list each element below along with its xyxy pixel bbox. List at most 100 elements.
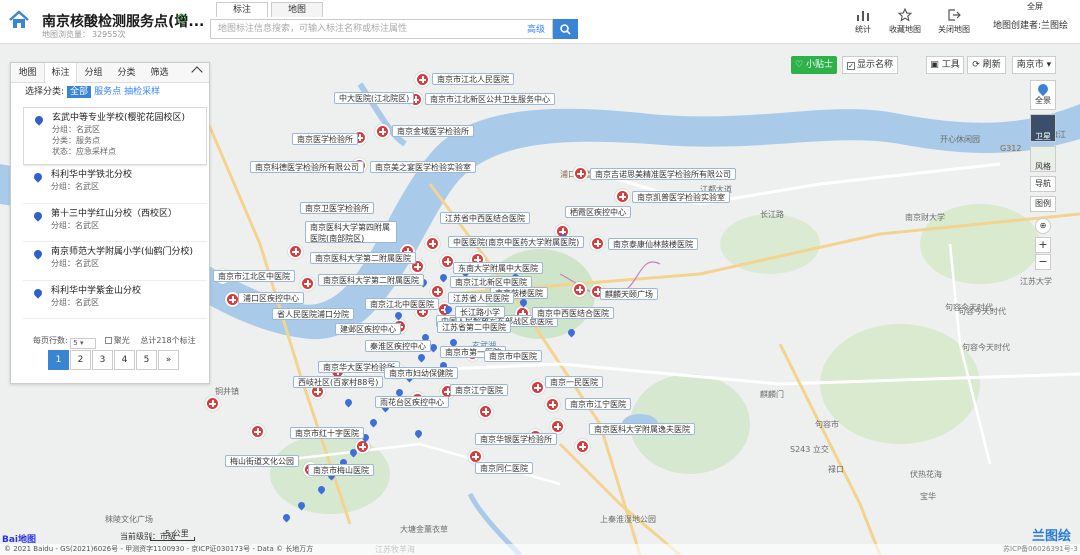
site-pin[interactable] <box>283 514 290 524</box>
site-pin[interactable] <box>418 354 425 364</box>
site-marker[interactable] <box>590 236 605 251</box>
site-pin[interactable] <box>568 329 575 339</box>
filter-option-all[interactable]: 全部 <box>67 86 92 98</box>
site-label[interactable]: 南京科德医学检验所有限公司 <box>250 161 364 173</box>
legend-button[interactable]: 图例 <box>1030 196 1056 212</box>
city-select[interactable]: 南京市 ▾ <box>1012 56 1056 74</box>
site-label[interactable]: 省人民医院浦口分院 <box>272 308 354 320</box>
site-label[interactable]: 南京市梅山医院 <box>308 464 374 476</box>
site-label[interactable]: 南京市江北新区公共卫生服务中心 <box>425 93 555 105</box>
site-label[interactable]: 南京中西医结合医院 <box>532 307 614 319</box>
search-input[interactable]: 地图标注信息搜索，可输入标注名称或标注属性 <box>210 19 553 39</box>
site-pin[interactable] <box>370 419 377 429</box>
site-pin[interactable] <box>298 502 305 512</box>
site-label[interactable]: 江苏省中西医结合医院 <box>440 212 530 224</box>
panel-tab-filter[interactable]: 筛选 <box>143 63 176 83</box>
site-marker[interactable] <box>550 419 565 434</box>
filter-option-service[interactable]: 服务点 <box>94 87 121 97</box>
site-label[interactable]: 东南大学附属中大医院 <box>453 262 543 274</box>
site-label[interactable]: 南京市江北人民医院 <box>432 73 514 85</box>
site-label[interactable]: 南京医科大学附属逸夫医院 <box>589 423 695 435</box>
tab-map[interactable]: 地图 <box>271 2 324 17</box>
site-label[interactable]: 南京同仁医院 <box>475 462 533 474</box>
site-marker[interactable] <box>425 236 440 251</box>
site-marker[interactable] <box>415 72 430 87</box>
site-pin[interactable] <box>318 486 325 496</box>
page-button-5[interactable]: 5 <box>136 350 157 370</box>
site-pin[interactable] <box>350 449 357 459</box>
site-marker[interactable] <box>530 380 545 395</box>
filter-option-sampling[interactable]: 抽检采样 <box>124 87 160 97</box>
site-label[interactable]: 长江路小学 <box>455 306 505 318</box>
site-label[interactable]: 南京卫医学检验所 <box>300 202 374 214</box>
site-pin[interactable] <box>345 399 352 409</box>
collapse-icon[interactable] <box>191 66 203 78</box>
info-icon[interactable]: ! <box>177 14 186 23</box>
site-label[interactable]: 雨花台区疾控中心 <box>375 396 449 408</box>
site-label[interactable]: 浦口区疾控中心 <box>238 292 304 304</box>
site-label[interactable]: 江苏省人民医院 <box>448 292 514 304</box>
style-button[interactable]: 风格 <box>1030 146 1056 172</box>
site-marker[interactable] <box>575 439 590 454</box>
site-label[interactable]: 栖霞区疾控中心 <box>565 206 631 218</box>
fullscreen-button[interactable]: 全屏 <box>1027 1 1043 12</box>
list-item[interactable]: 科利华中学铁北分校 分组：名武区 <box>23 165 207 204</box>
per-page-select[interactable]: 5 ▾ <box>70 338 97 349</box>
site-pin[interactable] <box>395 312 402 322</box>
locate-button[interactable]: ⊕ <box>1035 218 1051 234</box>
site-label[interactable]: 中大医院(江北院区) <box>334 92 415 104</box>
site-label[interactable]: 南京一民医院 <box>545 376 603 388</box>
list-item[interactable]: 玄武中等专业学校(樱驼花园校区) 分组：名武区 分类：服务点 状态：应急采样点 <box>23 107 207 165</box>
page-button-2[interactable]: 2 <box>70 350 91 370</box>
site-label[interactable]: 南京江宁医院 <box>450 384 508 396</box>
tips-button[interactable]: ♡ 小贴士 <box>791 56 837 74</box>
site-label[interactable]: 南京医科大学第二附属医院 <box>310 252 416 264</box>
site-label[interactable]: 南京金域医学检验所 <box>392 125 474 137</box>
site-pin[interactable] <box>520 299 527 309</box>
site-marker[interactable] <box>430 284 445 299</box>
zoom-out-button[interactable]: − <box>1035 254 1051 270</box>
site-label[interactable]: 建邺区疾控中心 <box>335 323 401 335</box>
navigation-button[interactable]: 导航 <box>1030 176 1056 192</box>
zoom-in-button[interactable]: + <box>1035 237 1051 253</box>
site-pin[interactable] <box>440 274 447 284</box>
site-marker[interactable] <box>205 396 220 411</box>
site-label[interactable]: 南京美之宴医学检验实验室 <box>370 161 476 173</box>
favorite-map-button[interactable]: 收藏地图 <box>882 8 928 35</box>
panel-tab-annotation[interactable]: 标注 <box>44 63 77 83</box>
site-marker[interactable] <box>573 166 588 181</box>
refresh-button[interactable]: ⟳ 刷新 <box>967 56 1006 74</box>
site-label[interactable]: 南京江北新区中医院 <box>450 276 532 288</box>
site-label[interactable]: 南京吉诺思美精准医学检验所有限公司 <box>590 168 736 180</box>
site-marker[interactable] <box>478 404 493 419</box>
site-label[interactable]: 中医医院(南京中医药大学附属医院) <box>448 236 585 248</box>
site-marker[interactable] <box>615 189 630 204</box>
page-button-1[interactable]: 1 <box>48 350 69 370</box>
site-label[interactable]: 南京市中医院 <box>484 350 542 362</box>
site-label[interactable]: 南京泰康仙林鼓楼医院 <box>608 238 698 250</box>
site-label[interactable]: 南京江北中医医院 <box>365 298 439 310</box>
panel-tab-category[interactable]: 分类 <box>110 63 143 83</box>
site-label[interactable]: 南京医学检验所 <box>292 133 358 145</box>
site-marker[interactable] <box>572 282 587 297</box>
site-marker[interactable] <box>375 124 390 139</box>
site-label[interactable]: 麒麟天颐广场 <box>600 288 658 300</box>
list-item[interactable]: 南京师范大学附属小学(仙鹤门分校) 分组：名武区 <box>23 242 207 281</box>
show-names-toggle[interactable]: ✓ 显示名称 <box>842 56 898 74</box>
site-marker[interactable] <box>300 276 315 291</box>
home-icon[interactable] <box>8 9 30 31</box>
site-label[interactable]: 南京市红十字医院 <box>290 427 364 439</box>
site-label[interactable]: 梅山街道文化公园 <box>225 455 299 467</box>
site-label[interactable]: 秦淮区疾控中心 <box>365 340 431 352</box>
site-label[interactable]: 南京市江宁医院 <box>565 398 631 410</box>
advanced-search-link[interactable]: 高级 <box>527 22 545 35</box>
list-item[interactable]: 科利华中学紫金山分校 分组：名武区 <box>23 281 207 319</box>
close-map-button[interactable]: 关闭地图 <box>931 8 977 35</box>
site-label[interactable]: 南京凯普医学检验实验室 <box>632 191 730 203</box>
satellite-button[interactable]: 卫星 <box>1030 114 1056 142</box>
panel-tab-group[interactable]: 分组 <box>77 63 110 83</box>
search-button[interactable] <box>553 19 578 39</box>
site-label[interactable]: 南京市江北区中医院 <box>213 270 295 282</box>
site-label[interactable]: 西岐社区(百家村88号) <box>293 376 384 388</box>
tools-button[interactable]: ▣ 工具 <box>926 56 964 74</box>
